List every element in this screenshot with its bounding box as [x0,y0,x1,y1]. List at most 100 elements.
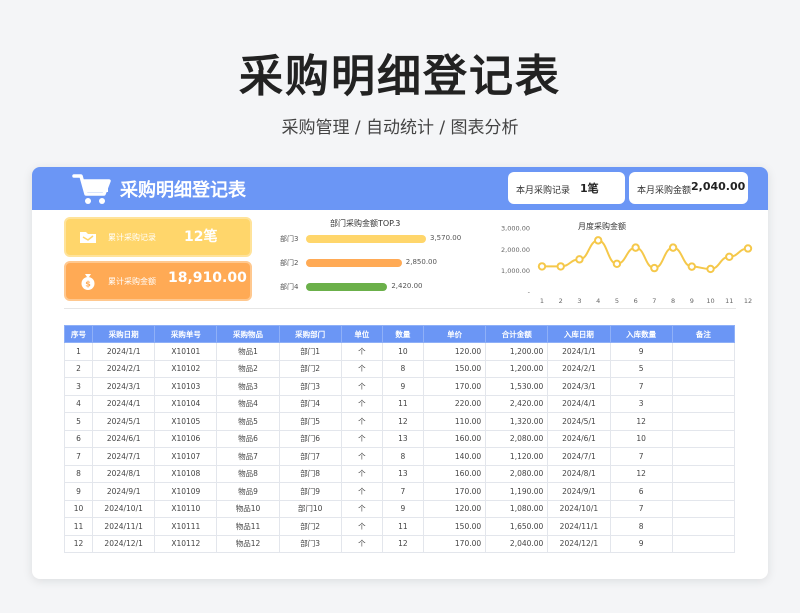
column-header[interactable]: 采购日期 [92,325,156,343]
table-cell[interactable]: 12 [609,464,673,483]
table-cell[interactable]: 2024/1/1 [92,342,156,361]
table-cell[interactable]: 8 [381,359,424,378]
table-cell[interactable]: 6 [609,482,673,501]
table-cell[interactable]: 5 [609,359,673,378]
table-cell[interactable]: 12 [381,412,424,431]
table-cell[interactable]: 2,080.00 [485,464,549,483]
table-cell[interactable]: 2024/1/1 [547,342,611,361]
table-row[interactable]: 8 2024/8/1 X10108 物品8 部门8 个 13 160.00 2,080.00 20… [63,464,736,483]
table-cell[interactable]: 110.00 [422,412,487,431]
table-cell[interactable]: 物品8 [216,464,280,483]
table-cell[interactable]: X10106 [154,429,218,448]
table-cell[interactable]: 3 [609,394,673,413]
table-cell[interactable]: 1,200.00 [485,342,549,361]
table-cell[interactable]: 2024/6/1 [92,429,156,448]
table-cell[interactable]: 物品10 [216,499,280,518]
table-cell[interactable]: 个 [340,534,383,553]
table-cell[interactable]: 9 [63,482,94,501]
table-cell[interactable]: 部门4 [278,394,342,413]
table-cell[interactable]: 2024/6/1 [547,429,611,448]
table-cell[interactable]: 2024/4/1 [92,394,156,413]
table-cell[interactable]: 2024/2/1 [92,359,156,378]
table-cell[interactable]: 2 [63,359,94,378]
table-row[interactable]: 3 2024/3/1 X10103 物品3 部门3 个 9 170.00 1,530.00 202… [63,377,736,396]
table-cell[interactable]: 个 [340,447,383,466]
column-header[interactable]: 备注 [671,325,736,343]
table-cell[interactable]: 6 [63,429,94,448]
table-cell[interactable]: 13 [381,464,424,483]
table-cell[interactable]: 7 [609,499,673,518]
table-cell[interactable] [671,394,736,413]
table-cell[interactable]: 2024/9/1 [92,482,156,501]
table-cell[interactable]: 2,080.00 [485,429,549,448]
table-cell[interactable]: X10107 [154,447,218,466]
table-cell[interactable]: 10 [63,499,94,518]
table-cell[interactable]: 2024/4/1 [547,394,611,413]
table-cell[interactable]: 部门2 [278,359,342,378]
table-cell[interactable]: 2024/12/1 [92,534,156,553]
table-cell[interactable]: 120.00 [422,499,487,518]
table-cell[interactable]: 170.00 [422,377,487,396]
table-cell[interactable]: 5 [63,412,94,431]
table-cell[interactable] [671,534,736,553]
table-cell[interactable] [671,517,736,536]
table-cell[interactable]: 2024/7/1 [547,447,611,466]
table-cell[interactable] [671,412,736,431]
table-cell[interactable]: 170.00 [422,482,487,501]
table-row[interactable]: 4 2024/4/1 X10104 物品4 部门4 个 11 220.00 2,420.00 20… [63,394,736,413]
table-cell[interactable]: 个 [340,377,383,396]
table-cell[interactable]: 1,530.00 [485,377,549,396]
table-cell[interactable]: X10104 [154,394,218,413]
column-header[interactable]: 单位 [340,325,383,343]
column-header[interactable]: 合计金额 [485,325,549,343]
table-cell[interactable]: X10109 [154,482,218,501]
table-cell[interactable]: 个 [340,394,383,413]
table-cell[interactable]: X10111 [154,517,218,536]
table-cell[interactable]: 物品11 [216,517,280,536]
table-cell[interactable]: 2024/2/1 [547,359,611,378]
table-cell[interactable]: 2,040.00 [485,534,549,553]
table-cell[interactable]: 部门6 [278,429,342,448]
table-cell[interactable]: 9 [381,377,424,396]
table-cell[interactable]: 1,650.00 [485,517,549,536]
table-cell[interactable]: X10101 [154,342,218,361]
column-header[interactable]: 序号 [63,325,94,343]
table-cell[interactable]: X10105 [154,412,218,431]
table-cell[interactable]: 2024/12/1 [547,534,611,553]
table-cell[interactable] [671,359,736,378]
table-cell[interactable]: 个 [340,517,383,536]
table-cell[interactable]: 3 [63,377,94,396]
column-header[interactable]: 入库数量 [609,325,673,343]
table-cell[interactable]: 12 [381,534,424,553]
table-cell[interactable]: 2,420.00 [485,394,549,413]
table-row[interactable]: 1 2024/1/1 X10101 物品1 部门1 个 10 120.00 1,200.00 20… [63,342,736,361]
table-cell[interactable]: 物品1 [216,342,280,361]
column-header[interactable]: 数量 [381,325,424,343]
table-row[interactable]: 2 2024/2/1 X10102 物品2 部门2 个 8 150.00 1,200.00 202… [63,359,736,378]
table-cell[interactable] [671,429,736,448]
table-row[interactable]: 9 2024/9/1 X10109 物品9 部门9 个 7 170.00 1,190.00 202… [63,482,736,501]
table-cell[interactable]: 2024/11/1 [547,517,611,536]
table-cell[interactable]: 170.00 [422,534,487,553]
table-cell[interactable] [671,482,736,501]
table-cell[interactable]: 2024/5/1 [92,412,156,431]
table-cell[interactable]: 120.00 [422,342,487,361]
table-cell[interactable]: 1,200.00 [485,359,549,378]
table-row[interactable]: 11 2024/11/1 X10111 物品11 部门2 个 11 150.00 1,650.0… [63,517,736,536]
table-cell[interactable]: X10102 [154,359,218,378]
table-cell[interactable]: 个 [340,412,383,431]
table-cell[interactable] [671,447,736,466]
table-cell[interactable]: 7 [63,447,94,466]
table-cell[interactable]: 2024/8/1 [92,464,156,483]
table-cell[interactable]: 2024/5/1 [547,412,611,431]
table-cell[interactable]: 11 [63,517,94,536]
table-cell[interactable]: 个 [340,482,383,501]
table-cell[interactable]: 物品2 [216,359,280,378]
table-cell[interactable]: 8 [63,464,94,483]
table-cell[interactable] [671,499,736,518]
table-cell[interactable]: 160.00 [422,429,487,448]
column-header[interactable]: 单价 [422,325,487,343]
table-cell[interactable]: 2024/10/1 [92,499,156,518]
table-cell[interactable]: 8 [381,447,424,466]
table-cell[interactable]: 220.00 [422,394,487,413]
